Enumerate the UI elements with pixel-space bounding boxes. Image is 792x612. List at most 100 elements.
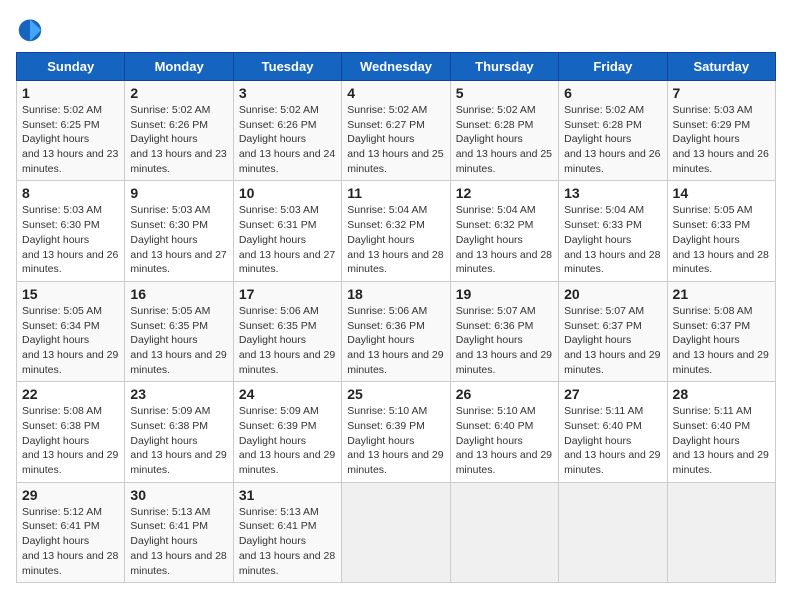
day-info: Sunrise: 5:08 AMSunset: 6:37 PMDaylight …	[673, 305, 769, 376]
page-header	[16, 16, 776, 44]
dow-header-monday: Monday	[125, 53, 233, 81]
day-info: Sunrise: 5:05 AMSunset: 6:35 PMDaylight …	[130, 305, 226, 376]
day-info: Sunrise: 5:02 AMSunset: 6:28 PMDaylight …	[564, 104, 660, 175]
table-row: 8 Sunrise: 5:03 AMSunset: 6:30 PMDayligh…	[17, 181, 125, 281]
day-number: 11	[347, 185, 444, 201]
day-info: Sunrise: 5:04 AMSunset: 6:33 PMDaylight …	[564, 204, 660, 275]
day-number: 5	[456, 85, 553, 101]
day-info: Sunrise: 5:05 AMSunset: 6:34 PMDaylight …	[22, 305, 118, 376]
day-info: Sunrise: 5:02 AMSunset: 6:25 PMDaylight …	[22, 104, 118, 175]
table-row: 3 Sunrise: 5:02 AMSunset: 6:26 PMDayligh…	[233, 81, 341, 181]
day-number: 23	[130, 386, 227, 402]
day-number: 10	[239, 185, 336, 201]
day-number: 18	[347, 286, 444, 302]
day-number: 6	[564, 85, 661, 101]
table-row: 21 Sunrise: 5:08 AMSunset: 6:37 PMDaylig…	[667, 281, 775, 381]
calendar-header: SundayMondayTuesdayWednesdayThursdayFrid…	[17, 53, 776, 81]
day-number: 21	[673, 286, 770, 302]
day-info: Sunrise: 5:05 AMSunset: 6:33 PMDaylight …	[673, 204, 769, 275]
day-number: 31	[239, 487, 336, 503]
table-row: 31 Sunrise: 5:13 AMSunset: 6:41 PMDaylig…	[233, 482, 341, 582]
days-of-week-row: SundayMondayTuesdayWednesdayThursdayFrid…	[17, 53, 776, 81]
day-number: 3	[239, 85, 336, 101]
day-number: 30	[130, 487, 227, 503]
day-number: 16	[130, 286, 227, 302]
day-info: Sunrise: 5:03 AMSunset: 6:30 PMDaylight …	[22, 204, 118, 275]
day-number: 7	[673, 85, 770, 101]
table-row: 1 Sunrise: 5:02 AMSunset: 6:25 PMDayligh…	[17, 81, 125, 181]
day-number: 15	[22, 286, 119, 302]
day-info: Sunrise: 5:13 AMSunset: 6:41 PMDaylight …	[130, 506, 226, 577]
calendar-table: SundayMondayTuesdayWednesdayThursdayFrid…	[16, 52, 776, 583]
logo	[16, 16, 48, 44]
day-info: Sunrise: 5:02 AMSunset: 6:26 PMDaylight …	[239, 104, 335, 175]
table-row	[342, 482, 450, 582]
table-row: 28 Sunrise: 5:11 AMSunset: 6:40 PMDaylig…	[667, 382, 775, 482]
table-row: 30 Sunrise: 5:13 AMSunset: 6:41 PMDaylig…	[125, 482, 233, 582]
calendar-week-3: 15 Sunrise: 5:05 AMSunset: 6:34 PMDaylig…	[17, 281, 776, 381]
dow-header-thursday: Thursday	[450, 53, 558, 81]
day-number: 27	[564, 386, 661, 402]
day-info: Sunrise: 5:03 AMSunset: 6:30 PMDaylight …	[130, 204, 226, 275]
calendar-week-5: 29 Sunrise: 5:12 AMSunset: 6:41 PMDaylig…	[17, 482, 776, 582]
day-info: Sunrise: 5:12 AMSunset: 6:41 PMDaylight …	[22, 506, 118, 577]
day-number: 2	[130, 85, 227, 101]
day-info: Sunrise: 5:10 AMSunset: 6:40 PMDaylight …	[456, 405, 552, 476]
table-row: 16 Sunrise: 5:05 AMSunset: 6:35 PMDaylig…	[125, 281, 233, 381]
table-row: 17 Sunrise: 5:06 AMSunset: 6:35 PMDaylig…	[233, 281, 341, 381]
day-info: Sunrise: 5:09 AMSunset: 6:39 PMDaylight …	[239, 405, 335, 476]
calendar-week-2: 8 Sunrise: 5:03 AMSunset: 6:30 PMDayligh…	[17, 181, 776, 281]
table-row: 11 Sunrise: 5:04 AMSunset: 6:32 PMDaylig…	[342, 181, 450, 281]
table-row: 7 Sunrise: 5:03 AMSunset: 6:29 PMDayligh…	[667, 81, 775, 181]
day-number: 14	[673, 185, 770, 201]
day-number: 26	[456, 386, 553, 402]
day-info: Sunrise: 5:04 AMSunset: 6:32 PMDaylight …	[456, 204, 552, 275]
table-row: 5 Sunrise: 5:02 AMSunset: 6:28 PMDayligh…	[450, 81, 558, 181]
day-info: Sunrise: 5:09 AMSunset: 6:38 PMDaylight …	[130, 405, 226, 476]
day-info: Sunrise: 5:04 AMSunset: 6:32 PMDaylight …	[347, 204, 443, 275]
table-row: 22 Sunrise: 5:08 AMSunset: 6:38 PMDaylig…	[17, 382, 125, 482]
day-number: 19	[456, 286, 553, 302]
table-row	[559, 482, 667, 582]
table-row: 27 Sunrise: 5:11 AMSunset: 6:40 PMDaylig…	[559, 382, 667, 482]
table-row: 26 Sunrise: 5:10 AMSunset: 6:40 PMDaylig…	[450, 382, 558, 482]
table-row: 23 Sunrise: 5:09 AMSunset: 6:38 PMDaylig…	[125, 382, 233, 482]
day-number: 17	[239, 286, 336, 302]
table-row: 2 Sunrise: 5:02 AMSunset: 6:26 PMDayligh…	[125, 81, 233, 181]
day-info: Sunrise: 5:02 AMSunset: 6:26 PMDaylight …	[130, 104, 226, 175]
calendar-week-1: 1 Sunrise: 5:02 AMSunset: 6:25 PMDayligh…	[17, 81, 776, 181]
day-info: Sunrise: 5:06 AMSunset: 6:35 PMDaylight …	[239, 305, 335, 376]
day-number: 8	[22, 185, 119, 201]
day-number: 13	[564, 185, 661, 201]
day-number: 12	[456, 185, 553, 201]
day-number: 1	[22, 85, 119, 101]
dow-header-tuesday: Tuesday	[233, 53, 341, 81]
day-number: 20	[564, 286, 661, 302]
table-row: 20 Sunrise: 5:07 AMSunset: 6:37 PMDaylig…	[559, 281, 667, 381]
calendar-week-4: 22 Sunrise: 5:08 AMSunset: 6:38 PMDaylig…	[17, 382, 776, 482]
day-info: Sunrise: 5:10 AMSunset: 6:39 PMDaylight …	[347, 405, 443, 476]
table-row: 14 Sunrise: 5:05 AMSunset: 6:33 PMDaylig…	[667, 181, 775, 281]
table-row: 10 Sunrise: 5:03 AMSunset: 6:31 PMDaylig…	[233, 181, 341, 281]
table-row: 29 Sunrise: 5:12 AMSunset: 6:41 PMDaylig…	[17, 482, 125, 582]
table-row: 19 Sunrise: 5:07 AMSunset: 6:36 PMDaylig…	[450, 281, 558, 381]
table-row: 25 Sunrise: 5:10 AMSunset: 6:39 PMDaylig…	[342, 382, 450, 482]
day-info: Sunrise: 5:11 AMSunset: 6:40 PMDaylight …	[564, 405, 660, 476]
day-info: Sunrise: 5:02 AMSunset: 6:28 PMDaylight …	[456, 104, 552, 175]
table-row	[450, 482, 558, 582]
day-info: Sunrise: 5:06 AMSunset: 6:36 PMDaylight …	[347, 305, 443, 376]
day-info: Sunrise: 5:03 AMSunset: 6:29 PMDaylight …	[673, 104, 769, 175]
day-number: 4	[347, 85, 444, 101]
day-info: Sunrise: 5:03 AMSunset: 6:31 PMDaylight …	[239, 204, 335, 275]
day-info: Sunrise: 5:02 AMSunset: 6:27 PMDaylight …	[347, 104, 443, 175]
day-info: Sunrise: 5:07 AMSunset: 6:36 PMDaylight …	[456, 305, 552, 376]
table-row: 6 Sunrise: 5:02 AMSunset: 6:28 PMDayligh…	[559, 81, 667, 181]
day-number: 9	[130, 185, 227, 201]
table-row: 9 Sunrise: 5:03 AMSunset: 6:30 PMDayligh…	[125, 181, 233, 281]
table-row: 13 Sunrise: 5:04 AMSunset: 6:33 PMDaylig…	[559, 181, 667, 281]
day-info: Sunrise: 5:11 AMSunset: 6:40 PMDaylight …	[673, 405, 769, 476]
day-info: Sunrise: 5:13 AMSunset: 6:41 PMDaylight …	[239, 506, 335, 577]
dow-header-friday: Friday	[559, 53, 667, 81]
table-row: 24 Sunrise: 5:09 AMSunset: 6:39 PMDaylig…	[233, 382, 341, 482]
day-number: 22	[22, 386, 119, 402]
